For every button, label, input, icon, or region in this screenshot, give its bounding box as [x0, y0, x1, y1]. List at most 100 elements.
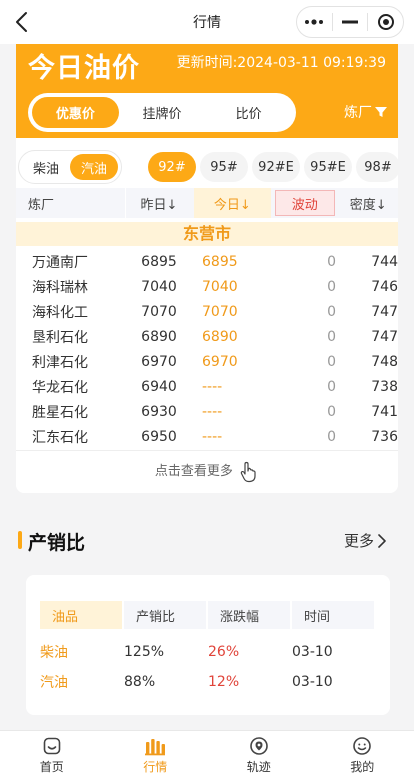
refinery-filter-button[interactable]: 炼厂 [344, 102, 388, 122]
today-price: ---- [202, 428, 223, 445]
table-row[interactable]: 海科化工 7070 7070 0 747 [16, 299, 398, 324]
pointer-hand-icon [240, 461, 256, 482]
price-change: 0 [327, 403, 336, 420]
price-change: 0 [327, 278, 336, 295]
grade-92e[interactable]: 92#E [252, 152, 300, 182]
col-today-sort[interactable]: 今日↓ [193, 188, 271, 218]
density: 744 [371, 253, 398, 270]
col-fluctuation[interactable]: 波动 [274, 190, 335, 216]
today-price: ---- [202, 403, 223, 420]
price-change: 0 [327, 303, 336, 320]
today-price: 6890 [202, 328, 238, 345]
home-icon [43, 737, 61, 755]
chevron-right-icon [378, 533, 386, 548]
mini-program-capsule [296, 6, 404, 38]
tab-home[interactable]: 首页 [0, 731, 104, 780]
close-miniprogram-button[interactable] [368, 7, 403, 37]
table-row[interactable]: 垦利石化 6890 6890 0 747 [16, 324, 398, 349]
yesterday-price: 7040 [141, 278, 177, 295]
grade-95e[interactable]: 95#E [304, 152, 352, 182]
grade-selector: 92# 95# 92#E 95#E 98# [148, 152, 400, 182]
dots-icon [305, 19, 324, 25]
market-icon [145, 739, 166, 756]
yesterday-price: 6970 [141, 353, 177, 370]
col-yesterday-sort[interactable]: 昨日↓ [126, 188, 191, 218]
today-price: 7070 [202, 303, 238, 320]
tab-profile[interactable]: 我的 [311, 731, 414, 780]
fuel-gasoline-button[interactable]: 汽油 [70, 154, 118, 180]
table-row[interactable]: 海科瑞林 7040 7040 0 746 [16, 274, 398, 299]
more-menu-button[interactable] [297, 7, 332, 37]
yesterday-price: 6950 [141, 428, 177, 445]
segment-compare-price[interactable]: 比价 [205, 97, 292, 128]
density: 741 [371, 403, 398, 420]
price-panel: 柴油 汽油 92# 95# 92#E 95#E 98# 炼厂 昨日↓ 今日↓ 波… [16, 138, 400, 493]
segment-discount-price[interactable]: 优惠价 [32, 97, 119, 128]
table-row[interactable]: 胜星石化 6930 ---- 0 741 [16, 399, 398, 424]
oil-price-header: 今日油价 更新时间:2024-03-11 09:19:39 优惠价 挂牌价 比价… [16, 44, 398, 138]
price-change: 0 [327, 253, 336, 270]
ratio-more-button[interactable]: 更多 [344, 530, 388, 551]
panel-divider [16, 450, 398, 451]
density: 738 [371, 378, 398, 395]
col-product: 油品 [40, 601, 122, 629]
tab-label: 首页 [39, 760, 64, 774]
fuel-type-switch: 柴油 汽油 [18, 150, 122, 184]
grade-98[interactable]: 98# [356, 152, 400, 182]
ratio-table-header: 油品 产销比 涨跌幅 时间 [40, 601, 374, 629]
section-accent-bar [18, 531, 22, 549]
tab-label: 行情 [143, 760, 168, 774]
table-row[interactable]: 华龙石化 6940 ---- 0 738 [16, 374, 398, 399]
grade-92[interactable]: 92# [148, 152, 196, 182]
today-price: 6895 [202, 253, 238, 270]
tab-label: 我的 [350, 760, 375, 774]
ratio-value: 88% [124, 674, 156, 690]
change-value: 26% [208, 644, 240, 660]
filter-icon [375, 107, 387, 117]
refinery-name: 利津石化 [32, 354, 88, 371]
price-change: 0 [327, 328, 336, 345]
refinery-name: 垦利石化 [32, 329, 88, 346]
target-icon [377, 14, 394, 30]
fuel-diesel-button[interactable]: 柴油 [22, 154, 70, 180]
refinery-filter-label: 炼厂 [344, 105, 372, 121]
col-density-sort[interactable]: 密度↓ [339, 188, 399, 218]
today-price: 7040 [202, 278, 238, 295]
table-row: 汽油 88% 12% 03-10 [40, 667, 376, 697]
col-refinery: 炼厂 [28, 197, 55, 213]
density: 748 [371, 353, 398, 370]
price-table-body: 万通南厂 6895 6895 0 744 海科瑞林 7040 7040 0 74… [16, 249, 398, 449]
view-more-button[interactable]: 点击查看更多 [16, 460, 398, 483]
segment-listed-price[interactable]: 挂牌价 [119, 97, 206, 128]
density: 747 [371, 328, 398, 345]
density: 746 [371, 278, 398, 295]
ratio-section-header: 产销比 更多 [18, 527, 396, 557]
table-row[interactable]: 万通南厂 6895 6895 0 744 [16, 249, 398, 274]
ratio-value: 125% [124, 644, 165, 660]
date-value: 03-10 [292, 644, 333, 660]
table-row[interactable]: 利津石化 6970 6970 0 748 [16, 349, 398, 374]
tab-track[interactable]: 轨迹 [207, 731, 311, 780]
change-value: 12% [208, 674, 240, 690]
ratio-more-label: 更多 [343, 532, 374, 550]
price-change: 0 [327, 378, 336, 395]
refinery-name: 万通南厂 [32, 254, 88, 271]
yesterday-price: 6930 [141, 403, 177, 420]
tab-market[interactable]: 行情 [104, 731, 208, 780]
ratio-table-body: 柴油 125% 26% 03-10 汽油 88% 12% 03-10 [40, 637, 376, 697]
minus-icon [342, 20, 358, 24]
minimize-button[interactable] [333, 7, 368, 37]
refinery-name: 胜星石化 [32, 404, 88, 421]
yesterday-price: 6940 [141, 378, 177, 395]
yesterday-price: 6895 [141, 253, 177, 270]
today-price: 6970 [202, 353, 238, 370]
col-change: 涨跌幅 [208, 601, 290, 629]
grade-95[interactable]: 95# [200, 152, 248, 182]
price-table-header: 炼厂 昨日↓ 今日↓ 波动 密度↓ [16, 188, 398, 218]
table-row[interactable]: 汇东石化 6950 ---- 0 736 [16, 424, 398, 449]
city-group-header: 东营市 [16, 222, 398, 246]
view-more-label: 点击查看更多 [154, 464, 233, 479]
yesterday-price: 6890 [141, 328, 177, 345]
navigation-bar: 行情 [0, 0, 414, 44]
date-value: 03-10 [292, 674, 333, 690]
